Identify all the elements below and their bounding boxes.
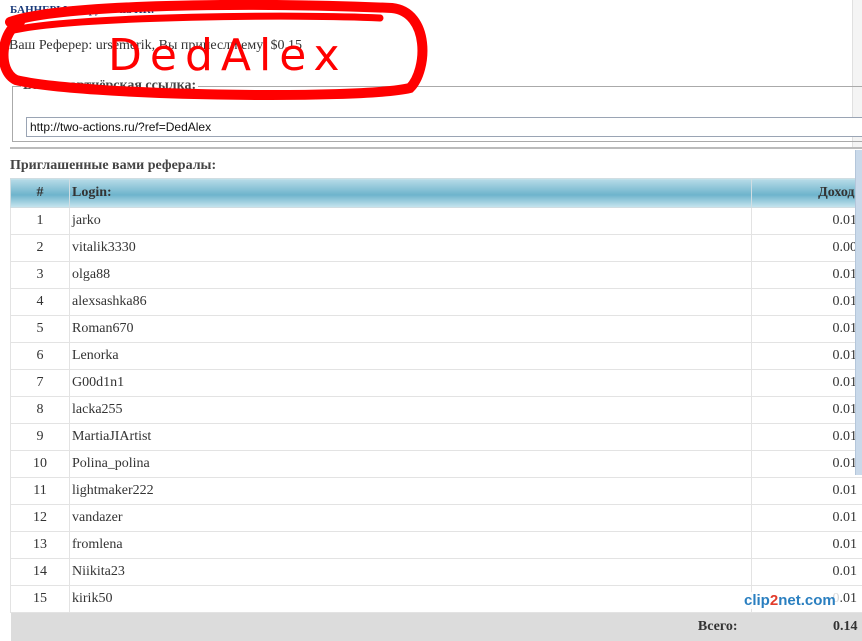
header-login: Login: (70, 179, 752, 208)
row-income: 0.01 (752, 262, 862, 289)
row-number: 8 (11, 397, 70, 424)
row-number: 10 (11, 451, 70, 478)
total-label: Всего: (11, 613, 752, 641)
table-row: 8lacka2550.01 (11, 397, 862, 424)
table-row: 10Polina_polina0.01 (11, 451, 862, 478)
table-row: 2vitalik33300.00 (11, 235, 862, 262)
row-number: 13 (11, 532, 70, 559)
row-login: olga88 (70, 262, 752, 289)
row-login: fromlena (70, 532, 752, 559)
table-row: 9MartiaJIArtist0.01 (11, 424, 862, 451)
table-row: 11lightmaker2220.01 (11, 478, 862, 505)
row-income: 0.01 (752, 559, 862, 586)
row-login: alexsashka86 (70, 289, 752, 316)
row-login: Lenorka (70, 343, 752, 370)
row-number: 5 (11, 316, 70, 343)
total-value: 0.14 (752, 613, 862, 641)
header-number: # (11, 179, 70, 208)
row-income: 0.01 (752, 289, 862, 316)
row-income: 0.01 (752, 316, 862, 343)
row-income: 0.01 (752, 343, 862, 370)
partner-link-field[interactable]: http://two-actions.ru/?ref=DedAlex (26, 117, 862, 137)
row-login: vitalik3330 (70, 235, 752, 262)
referrals-title: Приглашенные вами рефералы: (10, 158, 216, 174)
row-login: Niikita23 (70, 559, 752, 586)
row-number: 4 (11, 289, 70, 316)
referrals-table: # Login: Доход $ 1jarko0.01 2vitalik3330… (10, 178, 862, 641)
table-row: 4alexsashka860.01 (11, 289, 862, 316)
row-login: Roman670 (70, 316, 752, 343)
partner-link-legend: Ваша партнёрская ссылка: (21, 78, 198, 94)
page-scrollbar[interactable] (855, 150, 862, 475)
table-header-row: # Login: Доход $ (11, 179, 862, 208)
banners-link[interactable]: БАННЕРЫ С... руйте на ПК: (10, 4, 154, 16)
row-number: 1 (11, 208, 70, 235)
partner-link-box: Ваша партнёрская ссылка: http://two-acti… (12, 78, 862, 142)
row-number: 6 (11, 343, 70, 370)
row-income: 0.01 (752, 532, 862, 559)
table-row: 3olga880.01 (11, 262, 862, 289)
row-login: kirik50 (70, 586, 752, 613)
row-number: 15 (11, 586, 70, 613)
row-income: 0.01 (752, 397, 862, 424)
row-income: 0.01 (752, 208, 862, 235)
watermark-part3: net.com (778, 592, 836, 609)
separator (10, 147, 862, 149)
row-number: 11 (11, 478, 70, 505)
row-login: lightmaker222 (70, 478, 752, 505)
row-income: 0.01 (752, 505, 862, 532)
table-row: 5Roman6700.01 (11, 316, 862, 343)
row-login: lacka255 (70, 397, 752, 424)
row-number: 2 (11, 235, 70, 262)
table-row: 12vandazer0.01 (11, 505, 862, 532)
total-row: Всего: 0.14 (11, 613, 862, 641)
row-login: vandazer (70, 505, 752, 532)
watermark-part1: clip (744, 592, 770, 609)
row-login: jarko (70, 208, 752, 235)
table-row: 1jarko0.01 (11, 208, 862, 235)
row-number: 3 (11, 262, 70, 289)
row-income: 0.01 (752, 478, 862, 505)
table-row: 14Niikita230.01 (11, 559, 862, 586)
watermark-part2: 2 (770, 592, 778, 609)
row-number: 9 (11, 424, 70, 451)
header-income: Доход $ (752, 179, 862, 208)
row-income: 0.01 (752, 370, 862, 397)
referer-info: Ваш Реферер: ursemerik, Вы принесли ему:… (9, 38, 302, 54)
watermark-logo: clip2net.com (740, 592, 840, 609)
row-income: 0.01 (752, 424, 862, 451)
table-row: 7G00d1n10.01 (11, 370, 862, 397)
row-login: G00d1n1 (70, 370, 752, 397)
row-number: 12 (11, 505, 70, 532)
row-income: 0.00 (752, 235, 862, 262)
row-login: MartiaJIArtist (70, 424, 752, 451)
row-number: 14 (11, 559, 70, 586)
table-row: 6Lenorka0.01 (11, 343, 862, 370)
table-row: 15kirik500.01 (11, 586, 862, 613)
row-income: 0.01 (752, 451, 862, 478)
row-login: Polina_polina (70, 451, 752, 478)
table-row: 13fromlena0.01 (11, 532, 862, 559)
row-number: 7 (11, 370, 70, 397)
